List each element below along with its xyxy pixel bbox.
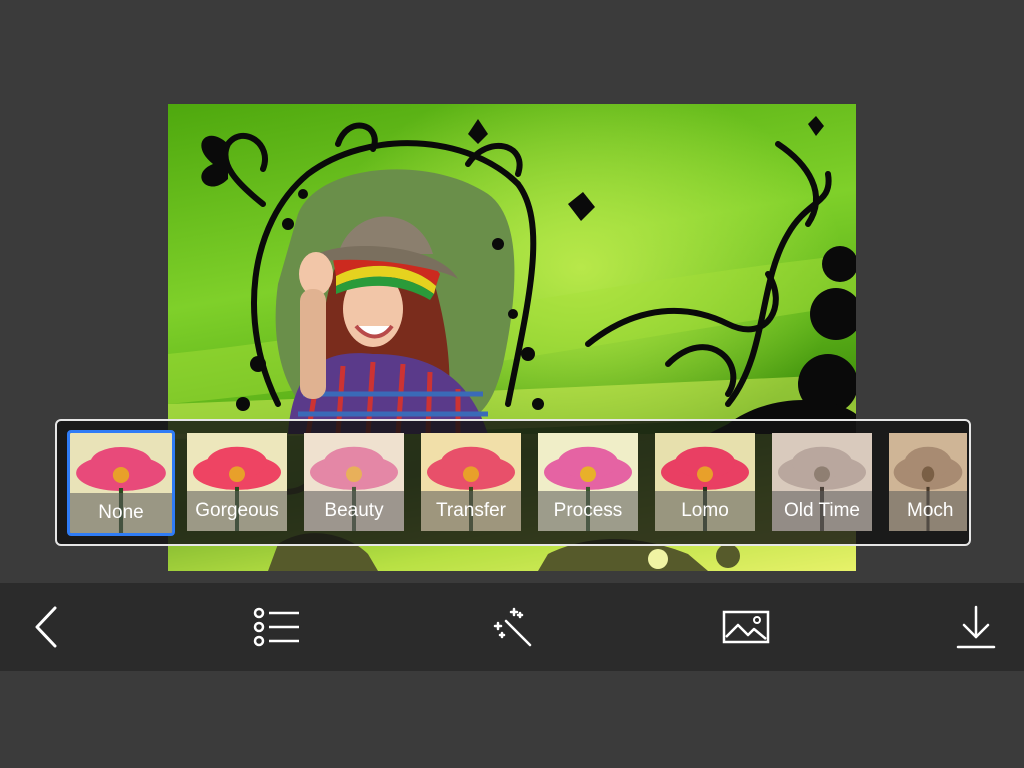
filter-process[interactable]: Process xyxy=(538,433,638,531)
filter-none[interactable]: None xyxy=(67,430,175,536)
filter-moch[interactable]: Moch xyxy=(889,433,967,531)
filter-label: None xyxy=(70,493,172,533)
back-button[interactable] xyxy=(18,601,74,653)
filter-label: Old Time xyxy=(772,491,872,531)
save-button[interactable] xyxy=(948,601,1004,653)
magic-wand-icon xyxy=(493,607,532,647)
bottom-toolbar xyxy=(0,583,1024,671)
filter-track: None Gorgeous Beauty Transfer Process Lo… xyxy=(67,430,967,536)
list-icon xyxy=(253,607,299,647)
filter-gorgeous[interactable]: Gorgeous xyxy=(187,433,287,531)
gallery-button[interactable] xyxy=(718,601,774,653)
filter-label: Lomo xyxy=(655,491,755,531)
filter-old-time[interactable]: Old Time xyxy=(772,433,872,531)
filter-label: Process xyxy=(538,491,638,531)
filter-lomo[interactable]: Lomo xyxy=(655,433,755,531)
frames-list-button[interactable] xyxy=(248,601,304,653)
chevron-left-icon xyxy=(35,606,57,648)
magic-effects-button[interactable] xyxy=(484,601,540,653)
image-icon xyxy=(722,610,770,644)
filter-strip[interactable]: None Gorgeous Beauty Transfer Process Lo… xyxy=(55,419,971,546)
filter-transfer[interactable]: Transfer xyxy=(421,433,521,531)
download-icon xyxy=(956,605,996,649)
filter-beauty[interactable]: Beauty xyxy=(304,433,404,531)
filter-label: Gorgeous xyxy=(187,491,287,531)
filter-label: Moch xyxy=(889,491,967,531)
filter-label: Beauty xyxy=(304,491,404,531)
filter-label: Transfer xyxy=(421,491,521,531)
